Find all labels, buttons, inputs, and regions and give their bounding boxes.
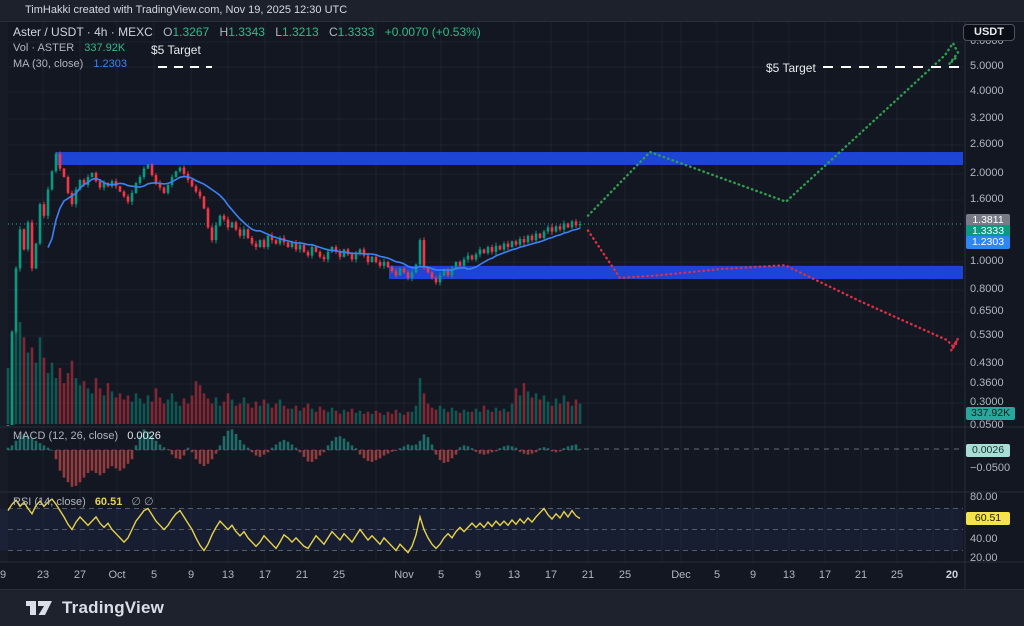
macd-label: MACD (12, 26, close) [13,430,118,442]
rsi-legend-row[interactable]: RSI (14, close) 60.51 ∅ ∅ [13,495,154,508]
time-axis-label[interactable]: 9 [750,569,756,581]
rsi-axis-label[interactable]: 80.00 [970,491,998,503]
time-axis-label[interactable]: 21 [582,569,594,581]
price-badge: 0.0026 [966,444,1010,457]
macd-axis-label[interactable]: 0.0500 [970,419,1004,431]
price-axis-label[interactable]: 1.6000 [970,193,1004,205]
time-axis-label[interactable]: 25 [333,569,345,581]
price-axis-label[interactable]: 0.3600 [970,377,1004,389]
grid-vertical [43,22,952,562]
time-axis-label[interactable]: Nov [394,569,414,581]
price-axis-label[interactable]: 5.0000 [970,60,1004,72]
time-axis-label[interactable]: 17 [819,569,831,581]
time-axis-label[interactable]: 13 [783,569,795,581]
time-axis-label[interactable]: 9 [475,569,481,581]
candlestick-series[interactable] [7,151,582,426]
price-axis-label[interactable]: 4.0000 [970,85,1004,97]
time-axis-label[interactable]: 13 [222,569,234,581]
time-axis-label[interactable]: 9 [0,569,6,581]
macd-value: 0.0026 [127,430,161,442]
projection-bearish[interactable] [588,231,958,351]
attribution-bar: TimHakki created with TradingView.com, N… [0,0,1024,21]
change-value: +0.0070 (+0.53%) [385,25,481,39]
price-axis-label[interactable]: 0.6500 [970,305,1004,317]
grid-horizontal [8,42,963,403]
ma-legend-row[interactable]: MA (30, close) 1.2303 [13,56,481,72]
time-axis-label[interactable]: 9 [188,569,194,581]
price-axis-label[interactable]: 0.8000 [970,283,1004,295]
price-zones[interactable] [56,152,963,279]
open-value: 1.3267 [173,25,210,39]
open-label: O [163,25,172,39]
price-badge: 1.2303 [966,236,1010,249]
time-axis-label[interactable]: 23 [37,569,49,581]
price-axis-label[interactable]: 2.0000 [970,167,1004,179]
target-label-right[interactable]: $5 Target [766,61,816,75]
time-axis-label[interactable]: 5 [714,569,720,581]
time-axis-label[interactable]: 13 [508,569,520,581]
time-axis-label[interactable]: 5 [151,569,157,581]
brand-bar: TradingView [0,590,1024,626]
rsi-settings-icons[interactable]: ∅ ∅ [131,496,153,508]
time-axis-label[interactable]: 21 [296,569,308,581]
rsi-label: RSI (14, close) [13,496,86,508]
macd-legend-row[interactable]: MACD (12, 26, close) 0.0026 [13,430,161,442]
rsi-value: 60.51 [95,496,123,508]
time-axis-label[interactable]: 17 [545,569,557,581]
target-label-left[interactable]: $5 Target [151,43,201,57]
volume-label: Vol · ASTER [13,42,74,54]
low-label: L [275,25,282,39]
time-axis-label[interactable]: Dec [671,569,691,581]
tradingview-chart-app: TimHakki created with TradingView.com, N… [0,0,1024,626]
volume-bars [7,322,582,424]
ma-label: MA (30, close) [13,58,83,70]
price-badge: 337.92K [966,407,1015,420]
tradingview-logo-icon[interactable] [25,597,53,619]
symbol-title[interactable]: Aster / USDT · 4h · MEXC [13,25,153,39]
ma-value: 1.2303 [93,58,127,70]
symbol-legend-row[interactable]: Aster / USDT · 4h · MEXC O1.3267 H1.3343… [13,24,481,40]
macd-axis-label[interactable]: −0.0500 [970,462,1010,474]
time-axis-label[interactable]: 25 [619,569,631,581]
price-axis-label[interactable]: 3.2000 [970,112,1004,124]
price-axis-label[interactable]: 0.5300 [970,329,1004,341]
rsi-axis-label[interactable]: 20.00 [970,552,998,564]
time-axis-label[interactable]: 20 [946,569,958,581]
attribution-text: TimHakki created with TradingView.com, N… [25,4,347,16]
price-axis-label[interactable]: 1.0000 [970,255,1004,267]
time-axis-label[interactable]: 27 [74,569,86,581]
close-label: C [329,25,338,39]
ma-line[interactable] [48,177,580,271]
time-axis-label[interactable]: 17 [259,569,271,581]
high-value: 1.3343 [228,25,265,39]
brand-name[interactable]: TradingView [62,598,164,618]
price-badge: 60.51 [966,512,1010,525]
legend: Aster / USDT · 4h · MEXC O1.3267 H1.3343… [13,24,481,72]
volume-legend-row[interactable]: Vol · ASTER 337.92K [13,40,481,56]
chart-canvas[interactable] [0,0,1024,626]
time-axis-label[interactable]: 21 [855,569,867,581]
price-axis-label[interactable]: 2.6000 [970,138,1004,150]
low-value: 1.3213 [282,25,319,39]
currency-toggle-button[interactable]: USDT [963,24,1015,41]
time-axis-label[interactable]: 5 [438,569,444,581]
time-axis-label[interactable]: 25 [891,569,903,581]
close-value: 1.3333 [338,25,375,39]
rsi-axis-label[interactable]: 40.00 [970,533,998,545]
volume-value: 337.92K [84,42,125,54]
high-label: H [220,25,229,39]
time-axis-label[interactable]: Oct [108,569,125,581]
price-axis-label[interactable]: 0.4300 [970,357,1004,369]
